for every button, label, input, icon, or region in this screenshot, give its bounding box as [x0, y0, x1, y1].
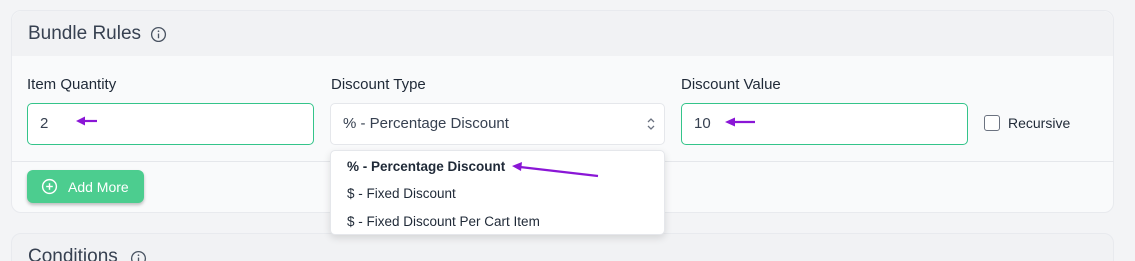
info-icon[interactable] — [150, 26, 167, 43]
card-header: Bundle Rules — [12, 11, 1113, 56]
discount-type-select[interactable]: % - Percentage Discount — [330, 103, 665, 145]
discount-value-value: 10 — [694, 115, 711, 132]
section-title: Bundle Rules — [28, 23, 142, 44]
dropdown-option[interactable]: $ - Fixed Discount Per Cart Item — [347, 214, 540, 229]
item-quantity-value: 2 — [40, 115, 49, 132]
recursive-label: Recursive — [1008, 115, 1071, 131]
recursive-checkbox[interactable] — [984, 115, 1000, 131]
discount-type-value: % - Percentage Discount — [343, 115, 509, 132]
discount-type-dropdown: % - Percentage Discount $ - Fixed Discou… — [330, 150, 665, 235]
conditions-card: Conditions — [11, 233, 1114, 261]
add-more-button[interactable]: Add More — [27, 170, 144, 203]
plus-circle-icon — [41, 178, 58, 195]
discount-value-label: Discount Value — [681, 76, 781, 93]
info-icon[interactable] — [130, 250, 147, 261]
item-quantity-input[interactable]: 2 — [27, 103, 314, 145]
discount-type-label: Discount Type — [331, 76, 426, 93]
chevron-updown-icon — [647, 118, 655, 130]
discount-value-input[interactable]: 10 — [681, 103, 968, 145]
item-quantity-label: Item Quantity — [27, 76, 117, 93]
dropdown-option[interactable]: $ - Fixed Discount — [347, 186, 456, 201]
add-more-label: Add More — [68, 179, 129, 195]
dropdown-option[interactable]: % - Percentage Discount — [347, 159, 505, 174]
conditions-title: Conditions — [28, 246, 118, 261]
